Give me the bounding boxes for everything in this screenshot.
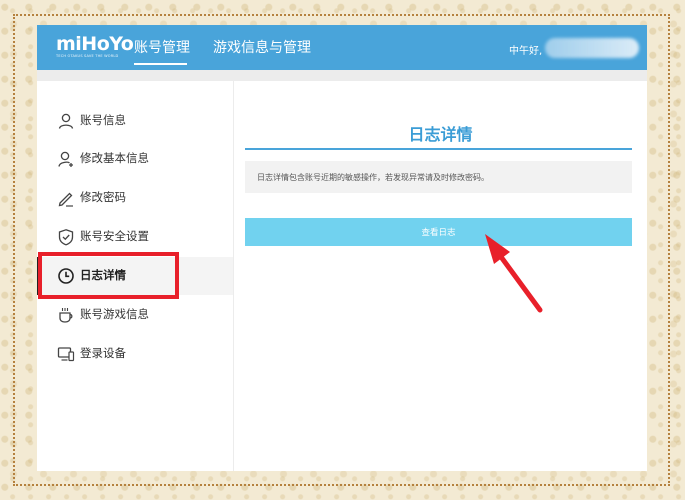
title-divider — [245, 148, 632, 150]
main-content: 日志详情 日志详情包含账号近期的敏感操作，若发现异常请及时修改密码。 查看日志 — [234, 81, 647, 471]
blurred-username — [545, 38, 639, 58]
notice-text: 日志详情包含账号近期的敏感操作，若发现异常请及时修改密码。 — [257, 173, 489, 182]
view-log-button[interactable]: 查看日志 — [245, 218, 632, 246]
logo-text: miHoYo — [56, 33, 134, 55]
annotation-arrow-icon — [485, 234, 543, 313]
sidebar-item-label: 账号游戏信息 — [80, 307, 149, 321]
account-center-window: miHoYo TECH OTAKUS SAVE THE WORLD 账号管理 游… — [37, 25, 647, 471]
page-title: 日志详情 — [408, 125, 473, 144]
top-navigation-bar: miHoYo TECH OTAKUS SAVE THE WORLD 账号管理 游… — [37, 25, 647, 70]
mihoyo-logo[interactable]: miHoYo TECH OTAKUS SAVE THE WORLD — [56, 33, 134, 62]
annotation-highlight-box — [38, 252, 179, 299]
sidebar-item-label: 登录设备 — [80, 346, 126, 360]
sidebar-item-change-password[interactable]: 修改密码 — [37, 179, 233, 217]
sidebar-item-label: 修改密码 — [80, 190, 126, 204]
logo-tagline: TECH OTAKUS SAVE THE WORLD — [56, 54, 119, 58]
nav-active-underline — [134, 63, 187, 65]
sidebar-item-label: 修改基本信息 — [80, 151, 149, 165]
nav-game-info-management[interactable]: 游戏信息与管理 — [213, 39, 311, 57]
user-edit-icon — [58, 151, 73, 167]
shield-check-icon — [58, 229, 74, 246]
greeting-text: 中午好, — [509, 46, 543, 57]
sidebar-item-login-devices[interactable]: 登录设备 — [37, 335, 233, 373]
sidebar-item-label: 账号安全设置 — [80, 229, 149, 243]
sidebar-item-security-settings[interactable]: 账号安全设置 — [37, 218, 233, 256]
user-icon — [58, 113, 74, 129]
sidebar-item-account-info[interactable]: 账号信息 — [37, 102, 233, 140]
sidebar-item-game-info[interactable]: 账号游戏信息 — [37, 296, 233, 334]
cup-icon — [59, 308, 73, 323]
sidebar-item-edit-basic-info[interactable]: 修改基本信息 — [37, 140, 233, 178]
devices-icon — [57, 347, 75, 362]
sidebar-item-label: 账号信息 — [80, 113, 126, 127]
notice-box: 日志详情包含账号近期的敏感操作，若发现异常请及时修改密码。 — [245, 161, 632, 193]
pencil-icon — [58, 192, 73, 207]
nav-account-management[interactable]: 账号管理 — [134, 39, 190, 57]
